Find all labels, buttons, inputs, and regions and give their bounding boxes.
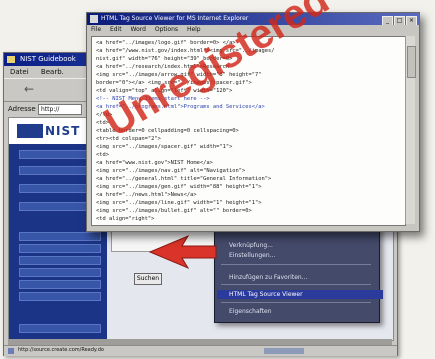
status-text: http://source.create.com/Ready.do: [18, 347, 104, 353]
red-arrow-icon: [148, 234, 217, 270]
menu-file[interactable]: File: [91, 26, 101, 33]
code-line: <img src="../images/bullet.gif" alt="" b…: [96, 208, 252, 214]
ctx-item-shortcut[interactable]: Verknüpfung...: [229, 242, 273, 249]
code-line: <img src="../images/nav.gif" alt="Naviga…: [96, 168, 246, 174]
code-line: <a href="www.nist.gov">NIST Home</a>: [96, 160, 213, 166]
context-menu: Verknüpfung... Einstellungen... Hinzufüg…: [214, 225, 383, 323]
nist-wordmark: NIST: [45, 124, 81, 138]
status-zone: [264, 348, 304, 354]
nav-link[interactable]: [19, 268, 101, 277]
ctx-separator: [221, 284, 371, 285]
maximize-icon[interactable]: □: [394, 16, 405, 25]
nav-link[interactable]: [19, 232, 101, 241]
ctx-separator: [221, 302, 371, 303]
ctx-item-settings[interactable]: Einstellungen...: [229, 252, 275, 259]
nav-link[interactable]: [19, 292, 101, 301]
menu-bearbeiten[interactable]: Bearb.: [41, 68, 64, 76]
code-line: <img src="../images/line.gif" width="1" …: [96, 200, 262, 206]
menu-help[interactable]: Help: [187, 26, 201, 33]
nav-link[interactable]: [19, 324, 101, 333]
status-page-icon: [8, 348, 14, 354]
ctx-item-properties[interactable]: Eigenschaften: [229, 308, 272, 315]
viewer-title: HTML Tag Source Viewer for MS Internet E…: [101, 15, 249, 22]
vertical-scrollbar[interactable]: [405, 36, 416, 224]
browser-app-icon: [7, 56, 15, 63]
nav-link[interactable]: [19, 256, 101, 265]
close-icon[interactable]: ×: [406, 16, 417, 25]
menu-options[interactable]: Options: [155, 26, 178, 33]
code-line: <a href="../news.html">News</a>: [96, 192, 197, 198]
menu-datei[interactable]: Datei: [10, 68, 29, 76]
ctx-separator: [221, 264, 371, 265]
search-button[interactable]: Suchen: [134, 273, 162, 285]
ctx-item-html-tag-viewer[interactable]: HTML Tag Source Viewer: [217, 290, 383, 299]
browser-status-bar: http://source.create.com/Ready.do: [4, 345, 397, 356]
scrollbar-thumb[interactable]: [407, 46, 416, 78]
browser-title: NIST Guidebook: [20, 55, 76, 63]
menu-word[interactable]: Word: [131, 26, 146, 33]
viewer-app-icon: [90, 15, 98, 23]
code-line: <td align="right">: [96, 216, 155, 222]
address-input[interactable]: http://: [38, 104, 82, 115]
ctx-item-add-favorites[interactable]: Hinzufügen zu Favoriten...: [229, 274, 307, 281]
code-line: <td>: [96, 152, 109, 158]
nav-link[interactable]: [19, 244, 101, 253]
menu-edit[interactable]: Edit: [110, 26, 122, 33]
code-line: <a href="../general.html" title="General…: [96, 176, 272, 182]
address-label: Adresse: [8, 105, 36, 113]
nist-logo[interactable]: [17, 124, 43, 138]
code-line: <img src="../images/gen.gif" width="88" …: [96, 184, 262, 190]
nav-link[interactable]: [19, 280, 101, 289]
back-arrow-icon[interactable]: ←: [24, 82, 34, 96]
minimize-icon[interactable]: _: [382, 16, 393, 25]
code-line: <img src="../images/spacer.gif" width="1…: [96, 144, 233, 150]
